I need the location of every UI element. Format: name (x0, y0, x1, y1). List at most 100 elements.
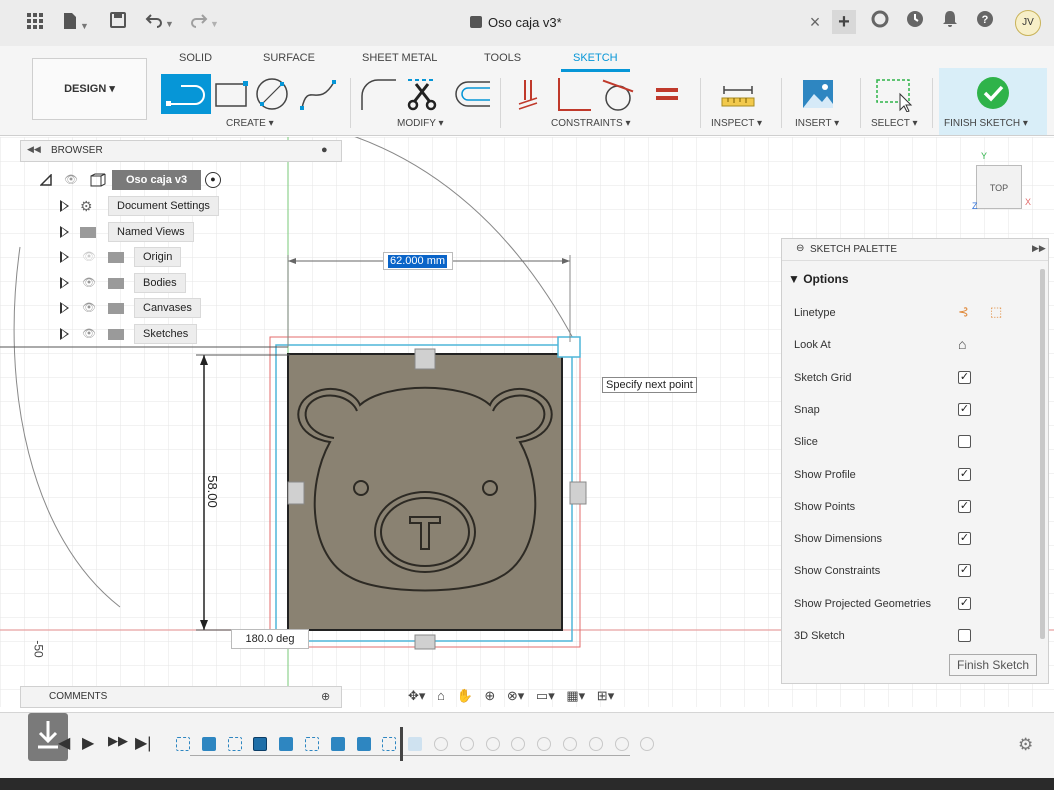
circle-tool-icon[interactable] (254, 76, 290, 112)
tangent-constraint-icon[interactable] (598, 76, 638, 112)
collapse-browser-icon[interactable]: ◀◀ (27, 144, 41, 155)
timeline-settings-gear-icon[interactable]: ⚙ (1018, 735, 1033, 755)
width-dimension-input[interactable]: 62.000 mm (383, 252, 453, 270)
browser-panel-header[interactable]: ◀◀ BROWSER ● (20, 140, 342, 162)
timeline-previous-icon[interactable]: ◀ (58, 733, 70, 753)
select-group-label[interactable]: SELECT ▾ (871, 118, 918, 129)
inspect-group-label[interactable]: INSPECT ▾ (711, 118, 762, 129)
palette-checkbox[interactable]: ✓ (958, 467, 971, 481)
options-section-toggle[interactable]: ▼ Options (788, 272, 849, 286)
finish-sketch-button[interactable]: Finish Sketch (949, 654, 1037, 676)
redo-icon[interactable]: ▼ (190, 12, 219, 34)
centerline-linetype-icon[interactable]: ⬚ (990, 304, 1002, 320)
timeline-feature-icon[interactable] (408, 737, 423, 751)
angle-input[interactable]: 180.0 deg (231, 629, 309, 649)
timeline-feature-icon[interactable] (640, 737, 655, 751)
tab-solid[interactable]: SOLID (179, 50, 212, 72)
timeline-feature-icon[interactable] (279, 737, 294, 751)
spline-tool-icon[interactable] (298, 76, 338, 112)
timeline-feature-icon[interactable] (563, 737, 577, 751)
finish-sketch-label[interactable]: FINISH SKETCH ▾ (944, 118, 1028, 129)
save-icon[interactable] (110, 12, 126, 34)
coincident-constraint-icon[interactable] (513, 76, 543, 112)
visibility-eye-icon[interactable]: 👁 (64, 175, 80, 186)
viewports-icon[interactable]: ⊞▾ (597, 688, 614, 703)
offset-tool-icon[interactable] (452, 76, 492, 112)
browser-item-label[interactable]: Canvases (134, 298, 201, 319)
timeline-feature-icon[interactable] (305, 737, 319, 751)
palette-close-icon[interactable]: ⊖ (796, 243, 804, 254)
palette-checkbox[interactable] (958, 435, 971, 449)
zoom-icon[interactable]: ⊕ (484, 688, 495, 703)
user-avatar[interactable]: JV (1015, 10, 1041, 36)
timeline-feature-icon[interactable] (382, 737, 397, 751)
timeline-feature-icon[interactable] (330, 737, 345, 751)
comments-panel[interactable]: COMMENTS ⊕ (20, 686, 342, 708)
browser-item-label[interactable]: Bodies (134, 272, 186, 293)
help-icon[interactable]: ? (973, 10, 997, 34)
tab-sheet-metal[interactable]: SHEET METAL (362, 50, 437, 72)
new-tab-button[interactable]: + (832, 10, 856, 34)
constraints-group-label[interactable]: CONSTRAINTS ▾ (551, 118, 630, 129)
height-dimension-value[interactable]: 58.00 (205, 475, 220, 508)
close-tab-icon[interactable]: × (803, 10, 827, 34)
select-window-icon[interactable] (874, 76, 914, 113)
grid-settings-icon[interactable]: ▦▾ (566, 688, 585, 703)
timeline-feature-icon[interactable] (485, 737, 500, 751)
workspace-design-button[interactable]: DESIGN ▾ (32, 58, 147, 120)
browser-item-label[interactable]: Named Views (108, 221, 194, 242)
palette-checkbox[interactable] (958, 629, 971, 642)
tab-sketch[interactable]: SKETCH (561, 50, 630, 72)
construction-linetype-icon[interactable]: ⊰ (958, 304, 969, 320)
look-at-icon[interactable]: ⌂ (437, 688, 445, 703)
timeline-end-icon[interactable]: ▶| (135, 733, 151, 753)
timeline-feature-icon[interactable] (356, 737, 371, 751)
timeline-feature-icon[interactable] (227, 737, 242, 751)
palette-scrollbar[interactable] (1040, 269, 1045, 639)
modify-group-label[interactable]: MODIFY ▾ (397, 118, 444, 129)
timeline-play-icon[interactable]: ▶ (82, 733, 94, 753)
orbit-icon[interactable]: ✥▾ (408, 688, 425, 703)
palette-expand-icon[interactable]: ▶▶ (1032, 243, 1046, 254)
visibility-eye-icon[interactable]: 👁 (82, 273, 96, 293)
visibility-eye-icon[interactable]: 👁 (82, 298, 96, 318)
tab-surface[interactable]: SURFACE (263, 50, 315, 72)
timeline-feature-icon[interactable] (614, 737, 629, 751)
timeline-feature-icon[interactable] (588, 737, 603, 751)
notifications-bell-icon[interactable] (938, 10, 962, 34)
display-settings-icon[interactable]: ▭▾ (536, 688, 555, 703)
rectangle-tool-icon[interactable] (213, 76, 249, 112)
timeline-feature-icon[interactable] (434, 737, 448, 751)
palette-header[interactable]: ⊖ SKETCH PALETTE ▶▶ (782, 239, 1048, 261)
palette-checkbox[interactable]: ✓ (958, 564, 971, 578)
equal-constraint-icon[interactable] (654, 76, 680, 112)
browser-item-label[interactable]: Origin (134, 247, 182, 268)
browser-item-label[interactable]: Document Settings (108, 196, 219, 216)
palette-checkbox[interactable]: ✓ (958, 596, 971, 610)
palette-checkbox[interactable]: ✓ (958, 370, 971, 384)
activate-radio-icon[interactable]: ● (205, 172, 221, 188)
palette-checkbox[interactable]: ✓ (958, 499, 971, 513)
width-dimension-value[interactable]: 62.000 mm (388, 255, 448, 268)
visibility-eye-icon[interactable]: 👁 (82, 247, 96, 267)
comments-add-icon[interactable]: ⊕ (321, 690, 330, 703)
timeline-feature-icon[interactable] (201, 737, 216, 751)
browser-pin-icon[interactable]: ● (321, 144, 328, 156)
timeline-feature-icon[interactable] (253, 737, 268, 751)
trim-scissors-icon[interactable] (402, 72, 442, 111)
timeline-feature-icon[interactable] (459, 737, 474, 751)
finish-checkmark-icon[interactable] (976, 76, 1010, 110)
timeline-feature-icon[interactable] (537, 737, 552, 751)
pan-hand-icon[interactable]: ✋ (457, 688, 473, 703)
app-grid-icon[interactable] (26, 12, 44, 34)
timeline-feature-icon[interactable] (176, 737, 190, 751)
browser-item-label[interactable]: Sketches (134, 324, 198, 344)
fit-zoom-icon[interactable]: ⊗▾ (507, 688, 524, 703)
tab-tools[interactable]: TOOLS (484, 50, 521, 72)
palette-checkbox[interactable]: ✓ (958, 402, 971, 416)
root-component-label[interactable]: Oso caja v3 (112, 170, 202, 190)
expand-triangle-icon[interactable] (40, 174, 52, 186)
fillet-tool-icon[interactable] (358, 76, 398, 112)
perpendicular-constraint-icon[interactable] (553, 76, 593, 112)
timeline-marker[interactable] (400, 727, 403, 761)
